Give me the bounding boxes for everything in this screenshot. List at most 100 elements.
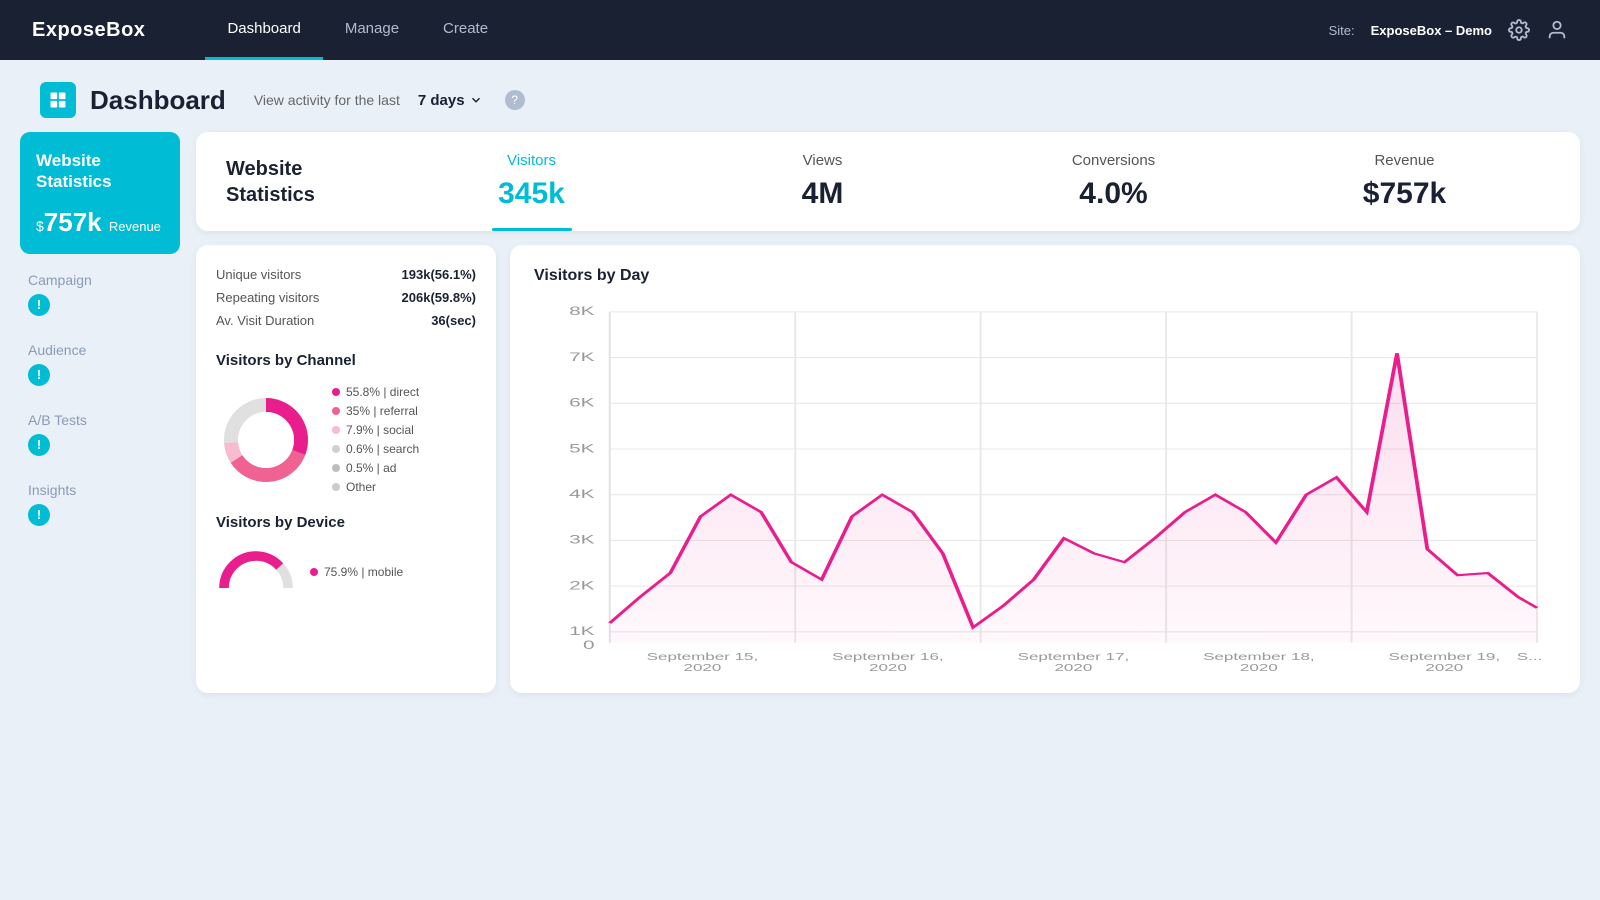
svg-text:1K: 1K (569, 625, 595, 638)
svg-text:4K: 4K (569, 487, 595, 500)
svg-text:5K: 5K (569, 442, 595, 455)
legend-search: 0.6% | search (332, 442, 419, 456)
svg-text:2020: 2020 (1425, 662, 1463, 671)
svg-text:2020: 2020 (684, 662, 722, 671)
unique-visitors-row: Unique visitors 193k(56.1%) (216, 267, 476, 282)
metric-views[interactable]: Views 4M (677, 152, 968, 211)
channel-legend: 55.8% | direct 35% | referral 7.9% | soc… (332, 385, 419, 494)
site-label: Site: (1329, 23, 1355, 38)
device-section: Visitors by Device 75.9% | mobile (216, 514, 476, 597)
sidebar-active-title: WebsiteStatistics (36, 150, 164, 193)
svg-text:6K: 6K (569, 396, 595, 409)
metric-visitors-underline (492, 228, 572, 231)
legend-referral-dot (332, 407, 340, 415)
device-donut-container: 75.9% | mobile (216, 547, 476, 597)
legend-other-dot (332, 483, 340, 491)
device-mobile-legend: 75.9% | mobile (310, 565, 403, 579)
svg-text:2K: 2K (569, 579, 595, 592)
av-duration-label: Av. Visit Duration (216, 313, 314, 328)
repeating-visitors-value: 206k(59.8%) (402, 290, 476, 305)
abtests-label: A/B Tests (28, 412, 172, 428)
abtests-info-icon: ! (28, 434, 50, 456)
legend-direct-dot (332, 388, 340, 396)
legend-referral-label: 35% | referral (346, 404, 418, 418)
campaign-label: Campaign (28, 272, 172, 288)
days-value: 7 days (418, 92, 465, 109)
page-header: Dashboard View activity for the last 7 d… (0, 60, 1600, 132)
legend-direct: 55.8% | direct (332, 385, 419, 399)
metric-views-label: Views (803, 152, 843, 169)
sidebar-item-abtests[interactable]: A/B Tests ! (20, 394, 180, 464)
svg-text:0: 0 (583, 639, 595, 652)
svg-text:2020: 2020 (1240, 662, 1278, 671)
activity-label: View activity for the last (254, 92, 400, 108)
channel-donut-container: 55.8% | direct 35% | referral 7.9% | soc… (216, 385, 476, 494)
sidebar-item-audience[interactable]: Audience ! (20, 324, 180, 394)
legend-direct-label: 55.8% | direct (346, 385, 419, 399)
main-layout: WebsiteStatistics $757k Revenue Campaign… (0, 132, 1600, 713)
legend-search-dot (332, 445, 340, 453)
svg-text:September 16,: September 16, (832, 651, 944, 662)
legend-search-label: 0.6% | search (346, 442, 419, 456)
svg-text:S...: S... (1517, 651, 1543, 662)
device-mobile-dot (310, 568, 318, 576)
site-name: ExposeBox – Demo (1371, 23, 1492, 38)
sidebar-item-website-statistics[interactable]: WebsiteStatistics $757k Revenue (20, 132, 180, 254)
nav-create[interactable]: Create (421, 0, 510, 60)
insights-label: Insights (28, 482, 172, 498)
sidebar-item-insights[interactable]: Insights ! (20, 464, 180, 534)
nav-right: Site: ExposeBox – Demo (1329, 19, 1568, 41)
nav-dashboard[interactable]: Dashboard (205, 0, 322, 60)
campaign-info-icon: ! (28, 294, 50, 316)
svg-text:September 18,: September 18, (1203, 651, 1315, 662)
svg-text:8K: 8K (569, 305, 595, 318)
user-button[interactable] (1546, 19, 1568, 41)
chart-area: 8K 7K 6K 5K 4K 3K 2K 1K 0 (534, 301, 1556, 671)
settings-button[interactable] (1508, 19, 1530, 41)
left-panel: Unique visitors 193k(56.1%) Repeating vi… (196, 245, 496, 693)
visitors-by-day-title: Visitors by Day (534, 267, 1556, 285)
metric-revenue[interactable]: Revenue $757k (1259, 152, 1550, 211)
metric-visitors-value: 345k (498, 177, 565, 211)
device-section-title: Visitors by Device (216, 514, 476, 531)
legend-ad-dot (332, 464, 340, 472)
sidebar: WebsiteStatistics $757k Revenue Campaign… (20, 132, 180, 693)
av-duration-row: Av. Visit Duration 36(sec) (216, 313, 476, 328)
legend-referral: 35% | referral (332, 404, 419, 418)
audience-info-icon: ! (28, 364, 50, 386)
channel-section-title: Visitors by Channel (216, 352, 476, 369)
device-mobile-label: 75.9% | mobile (324, 565, 403, 579)
nav-links: Dashboard Manage Create (205, 0, 1288, 60)
help-icon[interactable]: ? (505, 90, 525, 110)
channel-donut-chart (216, 390, 316, 490)
sidebar-active-value: $757k Revenue (36, 207, 164, 238)
metric-revenue-label: Revenue (1374, 152, 1434, 169)
sidebar-item-campaign[interactable]: Campaign ! (20, 254, 180, 324)
av-duration-value: 36(sec) (431, 313, 476, 328)
metric-conversions[interactable]: Conversions 4.0% (968, 152, 1259, 211)
unique-visitors-label: Unique visitors (216, 267, 301, 282)
nav-manage[interactable]: Manage (323, 0, 421, 60)
legend-ad: 0.5% | ad (332, 461, 419, 475)
stats-metrics: Visitors 345k Views 4M Conversions 4.0% … (386, 152, 1550, 211)
legend-other: Other (332, 480, 419, 494)
svg-text:September 15,: September 15, (647, 651, 759, 662)
right-panel: Visitors by Day 8K 7K (510, 245, 1580, 693)
lower-panel: Unique visitors 193k(56.1%) Repeating vi… (196, 245, 1580, 693)
device-donut-chart (216, 547, 296, 597)
dashboard-icon (40, 82, 76, 118)
metric-visitors[interactable]: Visitors 345k (386, 152, 677, 211)
stats-card: WebsiteStatistics Visitors 345k Views 4M… (196, 132, 1580, 231)
days-selector[interactable]: 7 days (414, 90, 487, 111)
content-area: WebsiteStatistics Visitors 345k Views 4M… (196, 132, 1580, 693)
legend-social-dot (332, 426, 340, 434)
metric-views-value: 4M (802, 177, 844, 211)
legend-social: 7.9% | social (332, 423, 419, 437)
legend-ad-label: 0.5% | ad (346, 461, 396, 475)
page-title: Dashboard (90, 85, 226, 116)
visitors-by-day-chart: 8K 7K 6K 5K 4K 3K 2K 1K 0 (534, 301, 1556, 671)
svg-text:September 17,: September 17, (1018, 651, 1130, 662)
unique-visitors-value: 193k(56.1%) (402, 267, 476, 282)
repeating-visitors-label: Repeating visitors (216, 290, 319, 305)
svg-text:2020: 2020 (869, 662, 907, 671)
